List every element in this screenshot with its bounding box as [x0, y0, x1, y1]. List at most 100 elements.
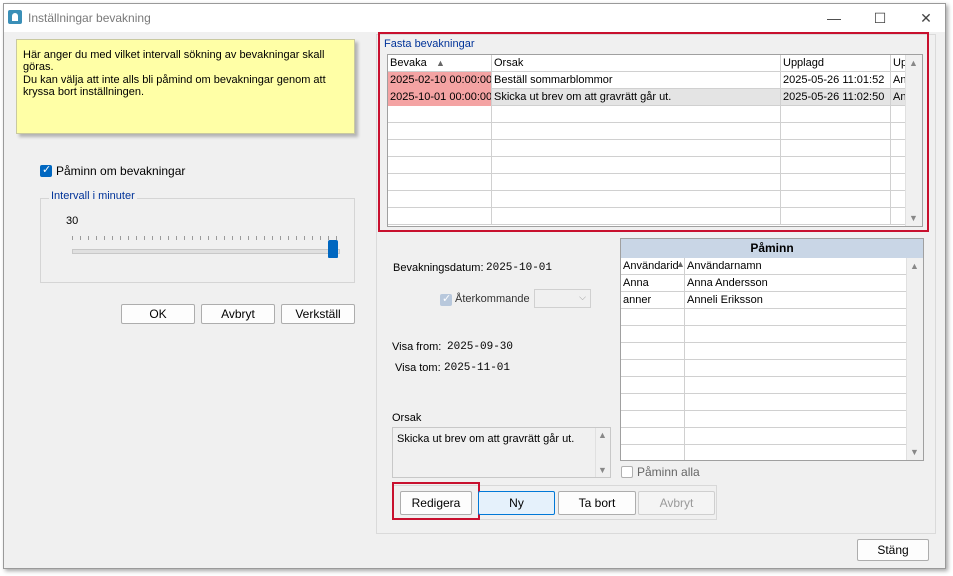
empty-cell: [781, 123, 891, 140]
empty-cell: [685, 360, 908, 377]
table-row[interactable]: Anna Anna Andersson: [621, 275, 908, 292]
fixed-grid-header: Bevaka ▲ Orsak Upplagd Up: [388, 55, 922, 72]
close-button[interactable]: Stäng: [857, 539, 929, 561]
empty-cell: [388, 191, 492, 208]
fixed-legend: Fasta bevakningar: [384, 38, 475, 50]
col-header-username[interactable]: Användarnamn: [685, 258, 908, 275]
scroll-up-icon[interactable]: ▲: [910, 261, 919, 271]
recurring-select[interactable]: ⌵: [534, 289, 591, 308]
interval-group: [40, 198, 355, 283]
from-value[interactable]: 2025-09-30: [447, 341, 513, 353]
empty-row: [621, 377, 908, 394]
empty-row: [388, 140, 922, 157]
window-title: Inställningar bevakning: [28, 11, 151, 25]
scroll-up-icon[interactable]: ▲: [598, 430, 607, 440]
scroll-down-icon[interactable]: ▼: [909, 213, 918, 223]
empty-cell: [781, 106, 891, 123]
empty-row: [388, 106, 922, 123]
remind-checkbox[interactable]: [40, 163, 52, 177]
col-header-bevaka[interactable]: Bevaka ▲: [388, 55, 492, 72]
interval-legend: Intervall i minuter: [49, 190, 137, 202]
empty-row: [388, 174, 922, 191]
cell-bevaka: 2025-02-10 00:00:00: [388, 72, 492, 89]
close-window-button[interactable]: ✕: [904, 4, 948, 32]
empty-row: [621, 428, 908, 445]
interval-slider-track[interactable]: [72, 249, 340, 254]
col-header-upplagd[interactable]: Upplagd: [781, 55, 891, 72]
empty-cell: [388, 123, 492, 140]
empty-row: [388, 123, 922, 140]
empty-cell: [492, 140, 781, 157]
recurring-label: Återkommande: [455, 293, 530, 305]
action-cancel-button[interactable]: Avbryt: [638, 491, 715, 515]
info-line-1: Här anger du med vilket intervall söknin…: [23, 49, 325, 73]
title-bar[interactable]: Inställningar bevakning — ☐ ✕: [4, 4, 945, 32]
scroll-up-icon[interactable]: ▲: [909, 58, 918, 68]
cell-upplagd: 2025-05-26 11:01:52: [781, 72, 891, 89]
remind-grid-title: Påminn: [621, 239, 923, 259]
empty-row: [621, 360, 908, 377]
recurring-checkbox[interactable]: [440, 292, 452, 306]
table-row[interactable]: 2025-02-10 00:00:00 Beställ sommarblommo…: [388, 72, 922, 89]
empty-cell: [621, 343, 685, 360]
empty-cell: [492, 157, 781, 174]
to-value[interactable]: 2025-11-01: [444, 362, 510, 374]
date-label: Bevakningsdatum:: [393, 262, 484, 274]
ok-button[interactable]: OK: [121, 304, 195, 324]
new-button[interactable]: Ny: [478, 491, 555, 515]
apply-button[interactable]: Verkställ: [281, 304, 355, 324]
remind-grid-scrollbar[interactable]: ▲ ▼: [906, 258, 923, 460]
reason-textarea[interactable]: Skicka ut brev om att gravrätt går ut. ▲…: [392, 427, 611, 478]
maximize-button[interactable]: ☐: [858, 4, 902, 32]
date-value[interactable]: 2025-10-01: [486, 262, 552, 274]
cell-orsak: Beställ sommarblommor: [492, 72, 781, 89]
empty-cell: [388, 140, 492, 157]
cell-username: Anneli Eriksson: [685, 292, 908, 309]
reason-label: Orsak: [392, 412, 422, 424]
empty-cell: [685, 445, 908, 460]
fixed-grid[interactable]: Bevaka ▲ Orsak Upplagd Up 2025-02-10 00:…: [387, 54, 923, 227]
empty-row: [621, 411, 908, 428]
empty-cell: [621, 394, 685, 411]
edit-button[interactable]: Redigera: [400, 491, 472, 515]
interval-slider-thumb[interactable]: [328, 240, 338, 258]
empty-row: [388, 208, 922, 225]
empty-cell: [781, 174, 891, 191]
empty-cell: [685, 394, 908, 411]
info-line-2: Du kan välja att inte alls bli påmind om…: [23, 74, 326, 98]
cell-upplagd: 2025-05-26 11:02:50: [781, 89, 891, 106]
delete-button[interactable]: Ta bort: [558, 491, 636, 515]
remind-all-checkbox[interactable]: [621, 466, 633, 478]
reason-text: Skicka ut brev om att gravrätt går ut.: [397, 433, 575, 445]
reason-scrollbar[interactable]: ▲ ▼: [595, 428, 610, 477]
interval-slider-ticks: [72, 236, 338, 240]
cancel-button[interactable]: Avbryt: [201, 304, 275, 324]
settings-window: Inställningar bevakning — ☐ ✕ Här anger …: [3, 3, 946, 569]
empty-cell: [685, 411, 908, 428]
fixed-grid-scrollbar[interactable]: ▲ ▼: [905, 55, 922, 226]
empty-cell: [492, 106, 781, 123]
col-header-orsak[interactable]: Orsak: [492, 55, 781, 72]
empty-row: [621, 309, 908, 326]
empty-row: [621, 394, 908, 411]
empty-row: [621, 343, 908, 360]
empty-row: [388, 191, 922, 208]
table-row[interactable]: anner Anneli Eriksson: [621, 292, 908, 309]
minimize-button[interactable]: —: [812, 4, 856, 32]
empty-row: [621, 445, 908, 460]
info-note: Här anger du med vilket intervall söknin…: [16, 39, 355, 134]
empty-cell: [492, 123, 781, 140]
empty-row: [388, 157, 922, 174]
app-icon: [8, 10, 22, 24]
empty-cell: [621, 428, 685, 445]
cell-userid: anner: [621, 292, 685, 309]
table-row-selected[interactable]: 2025-10-01 00:00:00 Skicka ut brev om at…: [388, 89, 922, 106]
cell-userid: Anna: [621, 275, 685, 292]
cell-bevaka: 2025-10-01 00:00:00: [388, 89, 492, 106]
scroll-down-icon[interactable]: ▼: [598, 465, 607, 475]
sort-ascending-icon: ▲: [436, 58, 445, 68]
remind-label: Påminn om bevakningar: [56, 164, 186, 178]
remind-grid[interactable]: Påminn Användarid ▲ Användarnamn Anna An…: [620, 238, 924, 461]
scroll-down-icon[interactable]: ▼: [910, 447, 919, 457]
empty-cell: [685, 343, 908, 360]
